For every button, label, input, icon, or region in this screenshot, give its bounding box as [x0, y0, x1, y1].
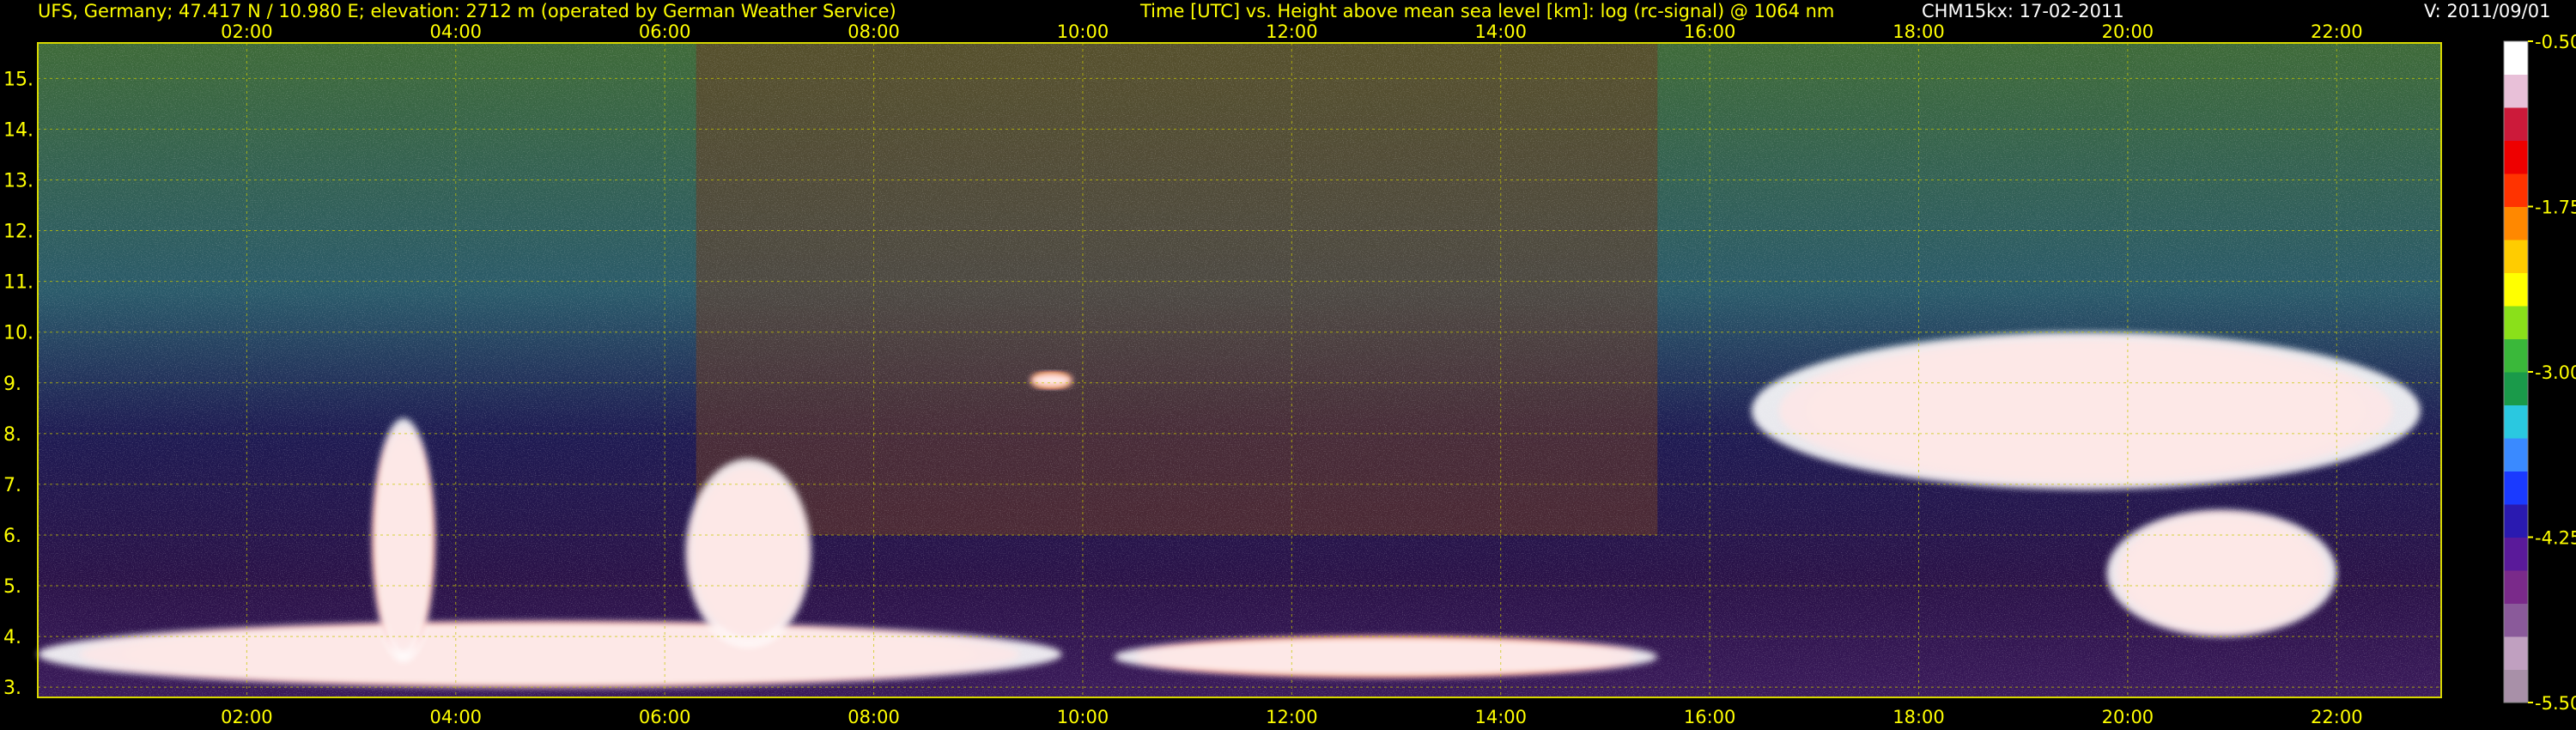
- feature-layer: [372, 418, 435, 662]
- x-tick-label-bottom: 20:00: [2102, 707, 2154, 727]
- y-tick-label: 6.: [3, 526, 21, 547]
- colorbar-swatch: [2504, 405, 2528, 439]
- x-tick-label-top: 12:00: [1266, 21, 1318, 42]
- colorbar-swatch: [2504, 74, 2528, 108]
- y-tick-label: 7.: [3, 475, 21, 496]
- x-tick-label-top: 04:00: [430, 21, 483, 42]
- y-tick-label: 8.: [3, 424, 21, 446]
- feature-5: [1751, 332, 2421, 490]
- x-tick-label-bottom: 14:00: [1474, 707, 1527, 727]
- colorbar-swatch: [2504, 471, 2528, 505]
- colorbar-swatch: [2504, 206, 2528, 240]
- colorbar-swatch: [2504, 272, 2528, 307]
- y-tick-label: 5.: [3, 576, 21, 598]
- x-tick-label-bottom: 10:00: [1057, 707, 1109, 727]
- x-tick-label-top: 20:00: [2102, 21, 2154, 42]
- feature-layer: [1114, 636, 1658, 678]
- feature-layer: [1751, 332, 2421, 490]
- colorbar-swatch: [2504, 107, 2528, 141]
- x-tick-label-top: 06:00: [639, 21, 691, 42]
- x-tick-label-bottom: 16:00: [1684, 707, 1736, 727]
- x-tick-label-bottom: 12:00: [1266, 707, 1318, 727]
- x-tick-label-top: 22:00: [2311, 21, 2363, 42]
- colorbar-swatch: [2504, 669, 2528, 703]
- feature-layer: [38, 621, 1062, 688]
- y-tick-label: 9.: [3, 374, 21, 395]
- colorbar-label: -3.00: [2535, 362, 2576, 383]
- y-tick-label: 4.: [3, 627, 21, 648]
- colorbar-swatch: [2504, 636, 2528, 670]
- colorbar-swatch: [2504, 372, 2528, 405]
- colorbar-swatch: [2504, 306, 2528, 339]
- feature-6: [2106, 509, 2337, 637]
- plot-area: [38, 43, 2441, 697]
- colorbar-label: -4.25: [2535, 528, 2576, 549]
- y-tick-label: 10.: [3, 323, 33, 344]
- colorbar-label: -1.75: [2535, 198, 2576, 218]
- y-tick-label: 3.: [3, 678, 21, 699]
- x-tick-label-bottom: 06:00: [639, 707, 691, 727]
- feature-3: [1030, 372, 1072, 388]
- y-tick-label: 14.: [3, 119, 33, 141]
- colorbar-swatch: [2504, 603, 2528, 637]
- feature-0: [38, 621, 1062, 688]
- feature-layer: [2106, 509, 2337, 637]
- feature-2: [685, 459, 811, 647]
- x-tick-label-bottom: 08:00: [848, 707, 900, 727]
- feature-layer: [1030, 372, 1072, 388]
- colorbar-swatch: [2504, 338, 2528, 373]
- x-tick-label-top: 16:00: [1684, 21, 1736, 42]
- x-tick-label-bottom: 02:00: [221, 707, 273, 727]
- y-tick-label: 12.: [3, 222, 33, 243]
- feature-1: [372, 418, 435, 662]
- colorbar-swatch: [2504, 438, 2528, 471]
- ceilometer-chart: 02:00 02:00 04:00 04:00 06:00 06:00 08:00 08:00…: [3, 21, 2576, 727]
- colorbar-swatch: [2504, 504, 2528, 538]
- y-tick-label: 11.: [3, 272, 33, 294]
- colorbar-swatch: [2504, 173, 2528, 207]
- feature-layer: [685, 459, 811, 647]
- x-tick-label-top: 02:00: [221, 21, 273, 42]
- colorbar: -0.50 -1.75 -3.00 -4.25 -5.50: [2503, 32, 2576, 714]
- x-tick-label-top: 08:00: [848, 21, 900, 42]
- colorbar-swatch: [2504, 41, 2528, 75]
- x-tick-label-bottom: 22:00: [2311, 707, 2363, 727]
- x-tick-label-top: 10:00: [1057, 21, 1109, 42]
- colorbar-swatch: [2504, 140, 2528, 174]
- x-tick-label-bottom: 18:00: [1893, 707, 1945, 727]
- colorbar-swatch: [2504, 240, 2528, 273]
- colorbar-swatch: [2504, 537, 2528, 571]
- x-tick-label-top: 14:00: [1474, 21, 1527, 42]
- colorbar-label: -5.50: [2535, 693, 2576, 714]
- x-tick-label-bottom: 04:00: [430, 707, 483, 727]
- colorbar-swatch: [2504, 570, 2528, 604]
- y-tick-label: 13.: [3, 170, 33, 192]
- x-tick-label-top: 18:00: [1893, 21, 1945, 42]
- colorbar-label: -0.50: [2535, 32, 2576, 52]
- feature-4: [1114, 636, 1658, 678]
- y-tick-label: 15.: [3, 69, 33, 90]
